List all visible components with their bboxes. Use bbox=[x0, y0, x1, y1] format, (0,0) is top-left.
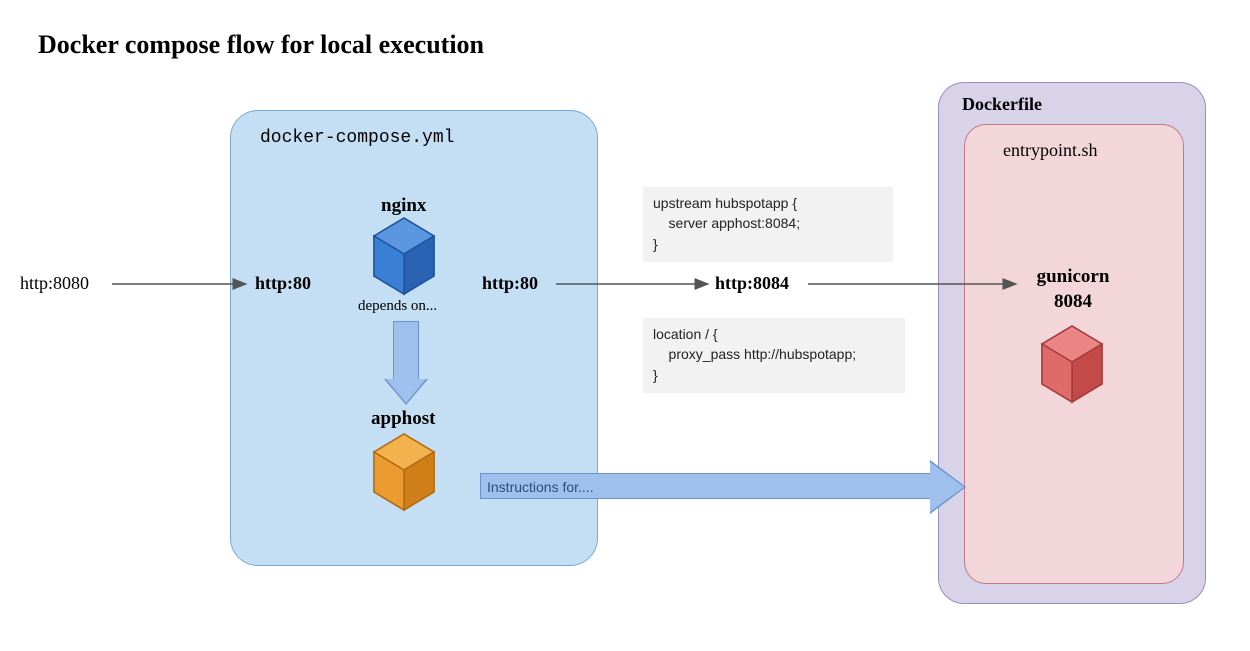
docker-compose-filename: docker-compose.yml bbox=[260, 128, 454, 148]
depends-on-arrow bbox=[393, 321, 419, 380]
diagram-title: Docker compose flow for local execution bbox=[38, 30, 484, 60]
instructions-arrow-label: Instructions for.... bbox=[487, 479, 594, 495]
instructions-arrow-body: Instructions for.... bbox=[480, 473, 930, 499]
apphost-port-label: http:8084 bbox=[715, 273, 789, 294]
apphost-service-label: apphost bbox=[371, 408, 435, 430]
nginx-port-in-label: http:80 bbox=[255, 273, 311, 294]
depends-on-arrow-head-fill bbox=[386, 379, 426, 403]
nginx-service-label: nginx bbox=[381, 195, 426, 217]
external-port-label: http:8080 bbox=[20, 273, 89, 294]
depends-on-label: depends on... bbox=[358, 298, 437, 315]
nginx-upstream-config: upstream hubspotapp { server apphost:808… bbox=[643, 187, 893, 262]
instructions-arrow-head-fill bbox=[930, 462, 964, 512]
diagram-stage: Docker compose flow for local execution … bbox=[0, 0, 1250, 651]
entrypoint-label: entrypoint.sh bbox=[1003, 140, 1098, 161]
dockerfile-label: Dockerfile bbox=[962, 94, 1042, 115]
gunicorn-label: gunicorn 8084 bbox=[1023, 265, 1123, 314]
entrypoint-container bbox=[964, 124, 1184, 584]
nginx-location-config: location / { proxy_pass http://hubspotap… bbox=[643, 318, 905, 393]
nginx-port-out-label: http:80 bbox=[482, 273, 538, 294]
